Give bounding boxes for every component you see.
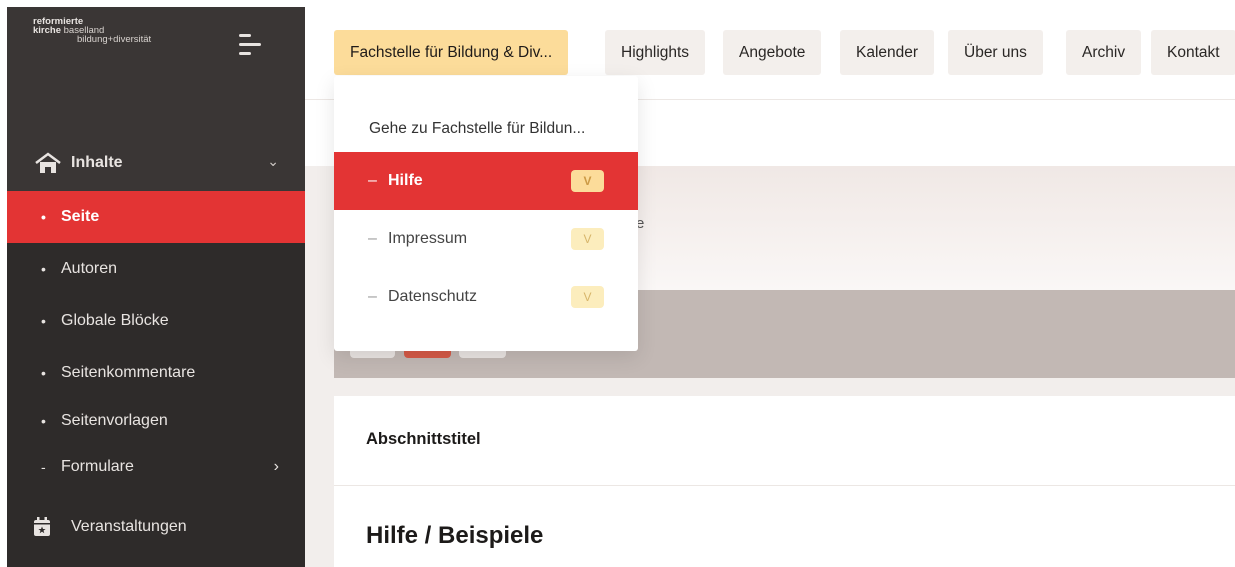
bullet-icon: • (41, 313, 46, 329)
dash-icon: – (368, 288, 377, 305)
sidebar-item-seitenvorlagen[interactable]: • Seitenvorlagen (7, 395, 305, 447)
sidebar-item-seite[interactable]: • Seite (7, 191, 305, 243)
bullet-icon: • (41, 209, 46, 225)
dash-icon: – (368, 230, 377, 247)
sidebar-section-label: Inhalte (71, 154, 123, 171)
version-badge: V (571, 170, 604, 192)
tab-kalender[interactable]: Kalender (840, 30, 935, 75)
sidebar-item-label: Seite (61, 208, 100, 225)
sidebar-item-label: Seitenvorlagen (61, 412, 168, 429)
dropdown-item-datenschutz[interactable]: – Datenschutz V (334, 268, 638, 326)
menu-toggle-icon[interactable] (239, 33, 271, 57)
sidebar-item-label: Seitenkommentare (61, 364, 196, 381)
sidebar-item-label: Globale Blöcke (61, 312, 169, 329)
dropdown-item-impressum[interactable]: – Impressum V (334, 210, 638, 268)
sidebar-header: reformierte kirche baselland bildung+div… (7, 7, 305, 135)
section-title: Abschnittstitel (366, 430, 481, 448)
dropdown-item-label: Impressum (388, 230, 468, 247)
tab-archiv[interactable]: Archiv (1066, 30, 1142, 75)
bullet-icon: • (41, 365, 46, 381)
chevron-right-icon: › (273, 458, 279, 475)
bullet-icon: • (41, 413, 46, 429)
logo-line2a: kirche (33, 25, 61, 36)
logo-line3: bildung+diversität (77, 34, 152, 45)
home-icon (35, 152, 61, 173)
tab-angebote[interactable]: Angebote (723, 30, 822, 75)
sidebar-item-formulare[interactable]: - Formulare › (7, 441, 305, 493)
tab-fachstelle[interactable]: Fachstelle für Bildung & Div... (334, 30, 569, 75)
sidebar-item-veranstaltungen[interactable]: Veranstaltungen (7, 501, 305, 553)
version-badge: V (571, 286, 604, 308)
content-card: Abschnittstitel Hilfe / Beispiele (334, 396, 1235, 567)
tab-kontakt[interactable]: Kontakt (1151, 30, 1235, 75)
dropdown-item-label: Datenschutz (388, 288, 477, 305)
dash-icon: – (368, 172, 377, 189)
sidebar-section-inhalte[interactable]: Inhalte ⌄ (7, 135, 305, 191)
divider (334, 485, 1235, 486)
calendar-icon (34, 517, 50, 536)
page-heading: Hilfe / Beispiele (366, 522, 544, 549)
version-badge: V (571, 228, 604, 250)
chevron-down-icon: ⌄ (267, 153, 279, 169)
sidebar-item-seitenkommentare[interactable]: • Seitenkommentare (7, 347, 305, 399)
sidebar-item-autoren[interactable]: • Autoren (7, 243, 305, 295)
dropdown-item-label: Hilfe (388, 172, 423, 189)
tab-ueber-uns[interactable]: Über uns (948, 30, 1043, 75)
bullet-icon: • (41, 261, 46, 277)
logo[interactable]: reformierte kirche baselland bildung+div… (33, 17, 152, 45)
dropdown-goto-link[interactable]: Gehe zu Fachstelle für Bildun... (369, 120, 585, 138)
sidebar-item-globale-bloecke[interactable]: • Globale Blöcke (7, 295, 305, 347)
sidebar-item-label: Autoren (61, 260, 118, 277)
sidebar-item-label: Formulare (61, 458, 134, 475)
sidebar: reformierte kirche baselland bildung+div… (7, 7, 305, 567)
tab-dropdown-menu: Gehe zu Fachstelle für Bildun... – Hilfe… (334, 76, 638, 351)
tab-highlights[interactable]: Highlights (605, 30, 706, 75)
dash-icon: - (41, 459, 46, 475)
sidebar-item-label: Veranstaltungen (71, 518, 187, 535)
dropdown-item-hilfe[interactable]: – Hilfe V (334, 152, 638, 210)
